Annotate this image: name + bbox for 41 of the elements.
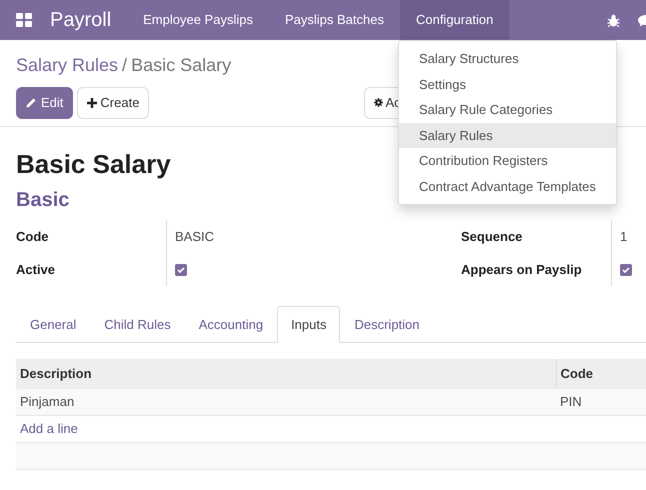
field-label: Active [16, 260, 56, 279]
table-cell: Pinjaman [16, 388, 556, 416]
field-label: Sequence [461, 228, 524, 246]
field-label: Code [16, 228, 50, 246]
menu-item[interactable]: Salary Rule Categories [399, 97, 616, 122]
gear-icon [374, 98, 384, 107]
field-value: BASIC [175, 228, 214, 246]
tab[interactable]: General [16, 306, 90, 343]
plus-icon [87, 98, 98, 108]
nav-item[interactable]: Configuration [400, 0, 510, 40]
menu-item[interactable]: Salary Rules [399, 122, 616, 148]
tab[interactable]: Accounting [184, 306, 278, 343]
record-title: Basic Salary [16, 149, 171, 180]
breadcrumb-current: Basic Salary [131, 55, 232, 75]
tab[interactable]: Child Rules [90, 306, 185, 343]
checkbox[interactable] [620, 264, 632, 276]
tab[interactable]: Inputs [277, 306, 340, 343]
breadcrumb-separator: / [122, 55, 128, 75]
field-label: Appears on Payslip [461, 260, 583, 279]
record-category: Basic [16, 188, 70, 212]
menu-item[interactable]: Contract Advantage Templates [399, 174, 616, 199]
bug-icon[interactable] [607, 14, 620, 26]
pencil-icon [26, 97, 37, 108]
create-button[interactable]: Create [77, 87, 150, 118]
menu-item[interactable]: Salary Structures [399, 46, 616, 72]
app-title: Payroll [50, 8, 112, 33]
breadcrumb-link[interactable]: Salary Rules [16, 55, 118, 75]
field-value: 1 [620, 228, 628, 246]
menu-item[interactable]: Contribution Registers [399, 148, 616, 174]
checkbox[interactable] [175, 264, 187, 276]
nav-item[interactable]: Payslips Batches [268, 0, 400, 40]
add-line-link[interactable]: Add a line [20, 421, 78, 436]
edit-button[interactable]: Edit [16, 87, 74, 118]
tab[interactable]: Description [340, 306, 434, 343]
chat-icon[interactable] [638, 14, 646, 26]
apps-icon[interactable] [16, 13, 32, 27]
column-header: Code [556, 358, 646, 389]
table-cell: PIN [556, 388, 646, 416]
column-header: Description [16, 358, 556, 389]
menu-item[interactable]: Settings [399, 72, 616, 97]
nav-item[interactable]: Employee Payslips [127, 0, 269, 40]
